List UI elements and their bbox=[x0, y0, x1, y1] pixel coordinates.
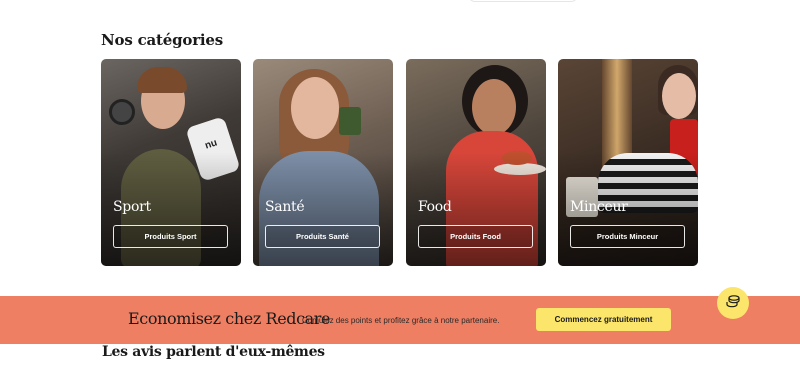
categories-title: Nos catégories bbox=[101, 31, 223, 49]
card-title-sport: Sport bbox=[113, 199, 151, 215]
card-title-food: Food bbox=[418, 199, 452, 215]
products-food-button[interactable]: Produits Food bbox=[418, 225, 533, 248]
rewards-button[interactable] bbox=[717, 287, 749, 319]
banner-title: Economisez chez Redcare bbox=[128, 309, 331, 328]
coins-icon bbox=[725, 293, 741, 314]
top-search-pill[interactable] bbox=[468, 0, 578, 2]
products-sport-button[interactable]: Produits Sport bbox=[113, 225, 228, 248]
category-card-sante[interactable]: Santé Produits Santé bbox=[253, 59, 393, 266]
category-card-food[interactable]: Food Produits Food bbox=[406, 59, 546, 266]
category-card-sport[interactable]: nu Sport Produits Sport bbox=[101, 59, 241, 266]
card-title-sante: Santé bbox=[265, 199, 305, 215]
category-card-minceur[interactable]: Minceur Produits Minceur bbox=[558, 59, 698, 266]
category-cards: nu Sport Produits Sport Santé Produits S… bbox=[101, 59, 699, 266]
products-minceur-button[interactable]: Produits Minceur bbox=[570, 225, 685, 248]
products-sante-button[interactable]: Produits Santé bbox=[265, 225, 380, 248]
card-title-minceur: Minceur bbox=[570, 199, 628, 215]
reviews-title: Les avis parlent d'eux-mêmes bbox=[102, 344, 325, 360]
start-free-button[interactable]: Commencez gratuitement bbox=[536, 308, 671, 331]
banner-text: Cumulez des points et profitez grâce à n… bbox=[302, 316, 500, 325]
